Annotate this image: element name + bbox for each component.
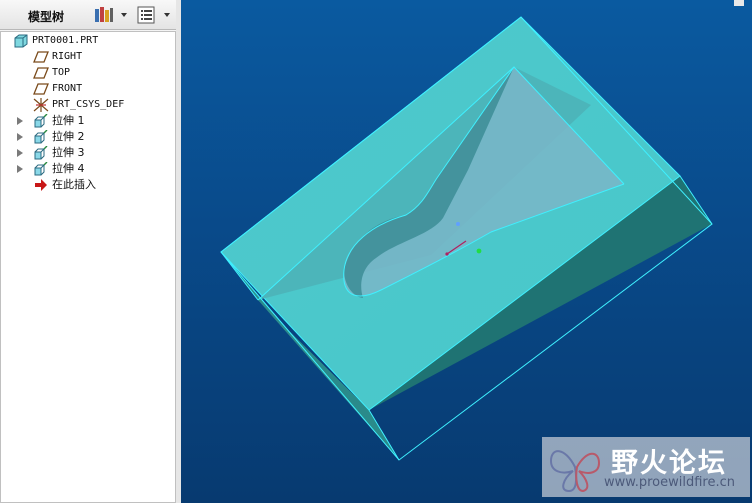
- datum-plane-icon: [33, 83, 49, 95]
- graphics-viewport[interactable]: 野火论坛 www.proewildfire.cn: [181, 0, 752, 503]
- extrude-icon: [34, 146, 48, 160]
- extrude-icon: [34, 130, 48, 144]
- tree-item-label: 拉伸 1: [52, 114, 85, 127]
- expand-arrow-icon[interactable]: [17, 133, 23, 141]
- model-tree: PRT0001.PRT RIGHT TOP FRONT PRT_CSYS_DEF…: [0, 31, 176, 503]
- tree-item-label: 拉伸 2: [52, 130, 85, 143]
- show-options-button[interactable]: [137, 6, 175, 24]
- butterfly-logo-icon: [549, 450, 601, 493]
- tree-root-label: PRT0001.PRT: [32, 35, 99, 46]
- tree-item-label: 拉伸 3: [52, 146, 85, 159]
- datum-plane-icon: [33, 67, 49, 79]
- tree-item-label: RIGHT: [52, 51, 83, 62]
- datum-plane-icon: [33, 51, 49, 63]
- settings-tools-button[interactable]: [94, 6, 130, 24]
- list-view-icon: [137, 6, 170, 24]
- model-tree-header: 模型树: [0, 0, 180, 30]
- tree-item-label: TOP: [52, 67, 71, 78]
- insert-arrow-icon: [35, 179, 47, 191]
- expand-arrow-icon[interactable]: [17, 149, 23, 157]
- settings-tools-icon: [95, 7, 127, 22]
- tree-item-label: FRONT: [52, 83, 83, 94]
- coordinate-system-icon: [33, 98, 49, 112]
- watermark-url: www.proewildfire.cn: [604, 475, 735, 490]
- model-tree-panel: 模型树 PRT0001.PRT RIGHT TOP FRONT PRT_CSYS…: [0, 0, 181, 503]
- tree-item-label: 在此插入: [52, 178, 96, 191]
- tree-item-label: 拉伸 4: [52, 162, 85, 175]
- expand-arrow-icon[interactable]: [17, 165, 23, 173]
- extrude-icon: [34, 114, 48, 128]
- part-icon: [14, 34, 28, 48]
- tree-item-label: PRT_CSYS_DEF: [52, 99, 125, 110]
- expand-arrow-icon[interactable]: [17, 117, 23, 125]
- forum-watermark: 野火论坛 www.proewildfire.cn: [542, 437, 750, 497]
- extrude-icon: [34, 162, 48, 176]
- part-model[interactable]: [181, 0, 752, 503]
- model-tree-title: 模型树: [28, 10, 65, 24]
